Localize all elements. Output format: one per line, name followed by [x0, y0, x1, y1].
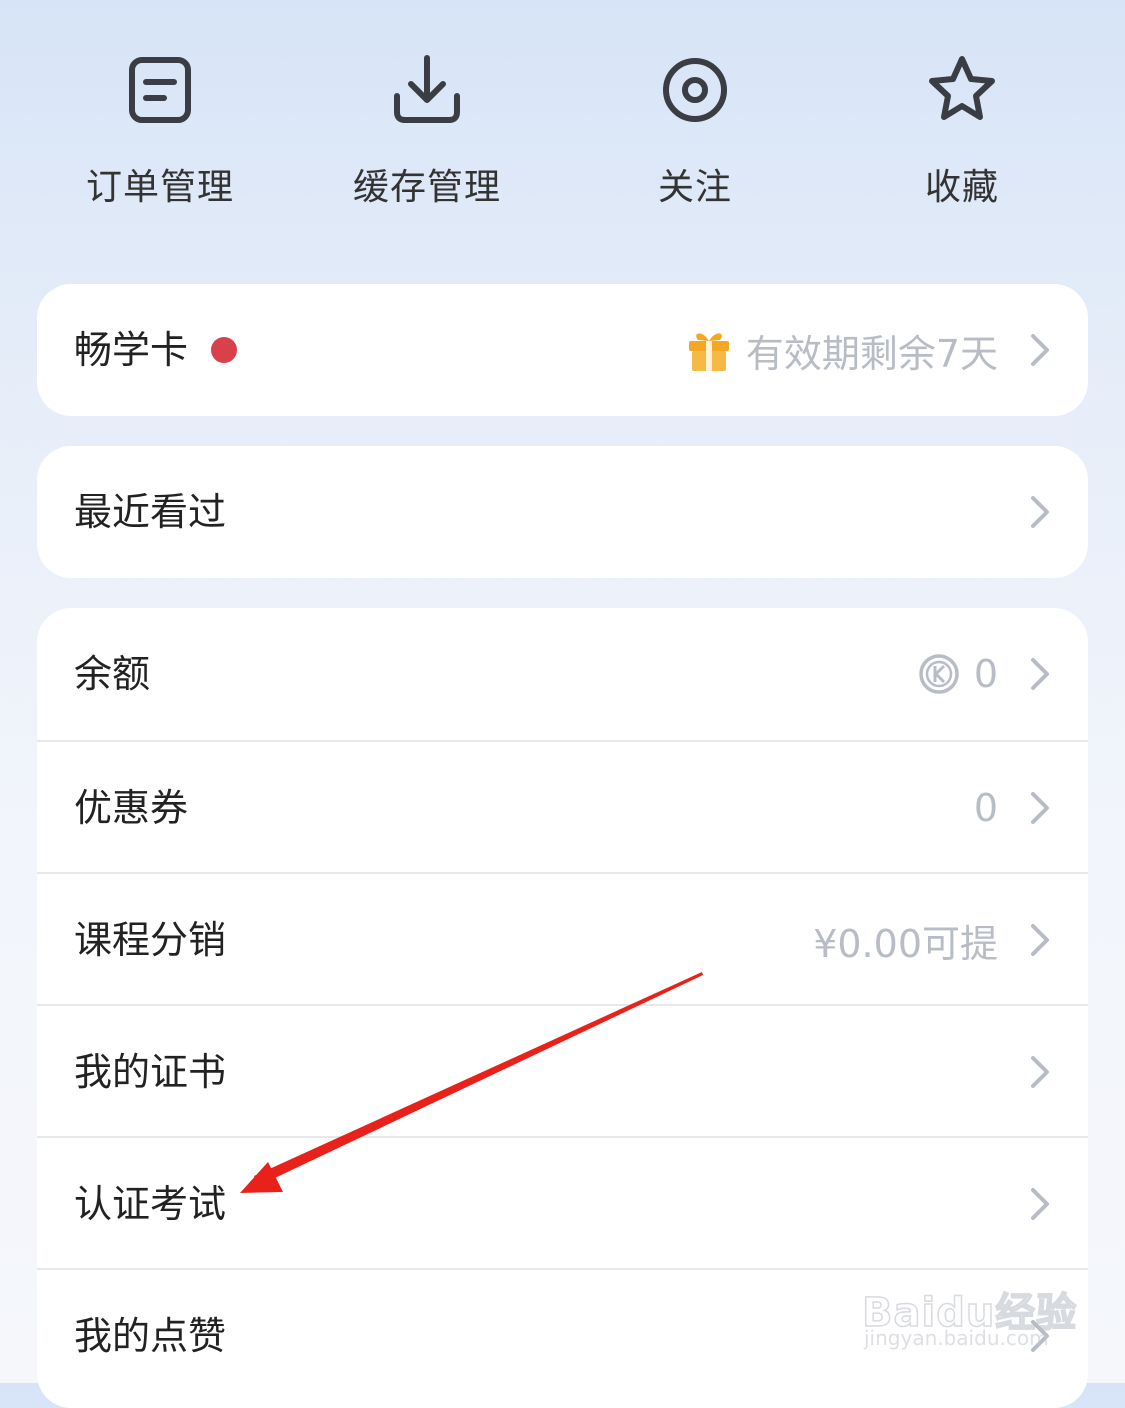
- order-list-icon: [129, 57, 191, 123]
- chevron-right-icon: [1031, 658, 1049, 690]
- certification-exam-row[interactable]: 认证考试: [37, 1136, 1088, 1268]
- new-badge-dot: [211, 337, 237, 363]
- certificates-row[interactable]: 我的证书: [37, 1004, 1088, 1136]
- coupon-value: 0: [974, 742, 998, 874]
- course-distribution-value-text: ¥0.00可提: [813, 921, 998, 966]
- vip-card: 畅学卡 有效期剩余7天: [37, 284, 1088, 416]
- chevron-right-icon: [1031, 924, 1049, 956]
- watermark: Baidu经验 jingyan.baidu.com: [861, 1262, 1082, 1362]
- coupon-value-text: 0: [973, 786, 998, 830]
- quick-action-favorites[interactable]: 收藏: [862, 40, 1062, 230]
- course-distribution-row[interactable]: 课程分销 ¥0.00可提: [37, 872, 1088, 1004]
- recent-card: 最近看过: [37, 446, 1088, 578]
- follow-target-icon: [663, 58, 727, 122]
- chevron-right-icon: [1031, 1188, 1049, 1220]
- watermark-url: jingyan.baidu.com: [864, 1326, 1049, 1350]
- quick-action-cache[interactable]: 缓存管理: [327, 40, 527, 230]
- certification-exam-label: 认证考试: [74, 1182, 227, 1226]
- course-distribution-label: 课程分销: [74, 918, 227, 962]
- quick-action-label: 订单管理: [85, 167, 234, 208]
- gift-icon: [688, 333, 729, 371]
- balance-value-text: 0: [973, 652, 998, 696]
- chevron-right-icon: [1031, 334, 1049, 366]
- balance-label: 余额: [74, 652, 151, 696]
- vip-card-row[interactable]: 畅学卡 有效期剩余7天: [37, 284, 1088, 416]
- quick-action-follow[interactable]: 关注: [595, 40, 795, 230]
- vip-card-status: 有效期剩余7天: [686, 284, 998, 416]
- vip-card-status-text: 有效期剩余7天: [745, 331, 998, 376]
- chevron-right-icon: [1031, 792, 1049, 824]
- quick-action-label: 收藏: [924, 167, 999, 208]
- quick-actions-row: 订单管理 缓存管理 关注 收藏: [0, 40, 1125, 230]
- certificates-label: 我的证书: [74, 1050, 227, 1094]
- my-likes-label: 我的点赞: [74, 1314, 227, 1358]
- vip-card-label: 畅学卡: [74, 328, 189, 372]
- star-icon: [929, 56, 995, 120]
- recently-viewed-row[interactable]: 最近看过: [37, 446, 1088, 578]
- download-icon: [394, 55, 460, 123]
- coupon-label: 优惠券: [74, 786, 189, 830]
- coupon-row[interactable]: 优惠券 0: [37, 740, 1088, 872]
- course-distribution-value: ¥0.00可提: [813, 874, 998, 1006]
- k-coin-icon: [919, 654, 959, 694]
- chevron-right-icon: [1031, 496, 1049, 528]
- quick-action-orders[interactable]: 订单管理: [60, 40, 260, 230]
- balance-value: 0: [918, 608, 998, 740]
- quick-action-label: 缓存管理: [352, 167, 501, 208]
- chevron-right-icon: [1031, 1056, 1049, 1088]
- balance-row[interactable]: 余额 0: [37, 608, 1088, 740]
- recently-viewed-label: 最近看过: [74, 490, 227, 534]
- quick-action-label: 关注: [657, 167, 732, 208]
